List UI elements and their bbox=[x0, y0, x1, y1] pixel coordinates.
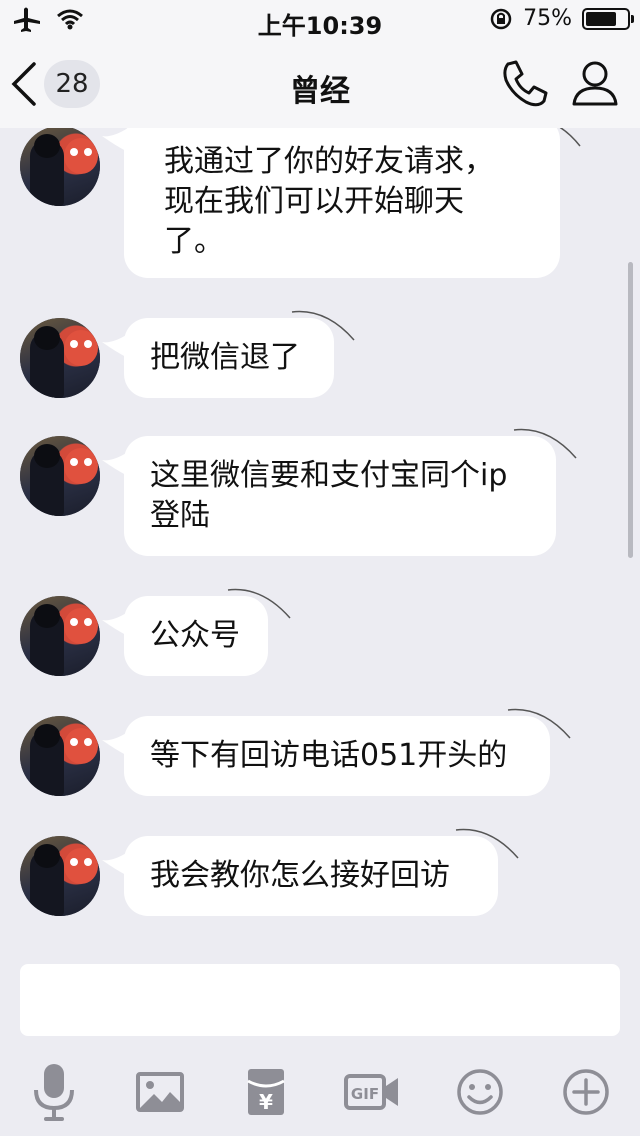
contact-profile-button[interactable] bbox=[570, 58, 620, 112]
gif-label: GIF bbox=[351, 1085, 379, 1103]
bubble-decoration bbox=[513, 428, 577, 459]
message-bubble[interactable]: 我通过了你的好友请求， 现在我们可以开始聊天 了。 bbox=[124, 128, 560, 278]
voice-call-button[interactable] bbox=[498, 58, 550, 114]
battery-percent: 75% bbox=[523, 6, 572, 31]
bubble-tail bbox=[102, 452, 128, 476]
message-bubble[interactable]: 我会教你怎么接好回访 bbox=[124, 836, 498, 916]
bubble-tail bbox=[102, 128, 128, 152]
input-toolbar: ¥ GIF bbox=[0, 1044, 640, 1136]
contact-avatar[interactable] bbox=[20, 716, 100, 796]
contact-avatar[interactable] bbox=[20, 836, 100, 916]
yen-symbol: ¥ bbox=[259, 1090, 273, 1114]
emoji-button[interactable] bbox=[450, 1062, 510, 1122]
chat-message-list[interactable]: 我通过了你的好友请求， 现在我们可以开始聊天 了。 把微信退了 这里微信要和支付… bbox=[0, 128, 640, 938]
contact-avatar[interactable] bbox=[20, 128, 100, 206]
message-input[interactable] bbox=[20, 964, 620, 1036]
emoji-icon bbox=[457, 1069, 503, 1115]
message-text: 等下有回访电话051开头的 bbox=[150, 738, 508, 773]
status-bar: 上午10:39 75% bbox=[0, 0, 640, 40]
bubble-tail bbox=[102, 852, 128, 876]
orientation-lock-icon bbox=[490, 8, 512, 29]
plus-icon bbox=[563, 1069, 609, 1115]
nav-bar: 28 曾经 bbox=[0, 40, 640, 128]
bubble-tail bbox=[102, 612, 128, 636]
message-text: 这里微信要和支付宝同个ip 登陆 bbox=[150, 458, 508, 533]
bubble-decoration bbox=[291, 310, 355, 341]
message-bubble[interactable]: 这里微信要和支付宝同个ip 登陆 bbox=[124, 436, 556, 556]
gif-icon: GIF bbox=[344, 1074, 398, 1110]
bubble-decoration bbox=[455, 828, 519, 859]
gif-button[interactable]: GIF bbox=[342, 1062, 402, 1122]
image-icon bbox=[136, 1072, 184, 1112]
status-right: 75% bbox=[489, 6, 634, 31]
message-text: 把微信退了 bbox=[150, 340, 300, 375]
voice-input-button[interactable] bbox=[24, 1062, 84, 1122]
battery-fill bbox=[586, 11, 616, 26]
scrollbar[interactable] bbox=[628, 262, 633, 558]
message-bubble[interactable]: 等下有回访电话051开头的 bbox=[124, 716, 550, 796]
phone-icon bbox=[503, 60, 548, 107]
bubble-tail bbox=[102, 334, 128, 358]
red-packet-icon: ¥ bbox=[247, 1069, 285, 1115]
more-button[interactable] bbox=[556, 1062, 616, 1122]
person-icon bbox=[572, 61, 618, 106]
bubble-decoration bbox=[507, 708, 571, 739]
message-text: 我会教你怎么接好回访 bbox=[150, 858, 450, 893]
contact-avatar[interactable] bbox=[20, 318, 100, 398]
bubble-tail bbox=[102, 732, 128, 756]
bubble-decoration bbox=[559, 128, 581, 147]
contact-avatar[interactable] bbox=[20, 436, 100, 516]
red-packet-button[interactable]: ¥ bbox=[236, 1062, 296, 1122]
photo-button[interactable] bbox=[130, 1062, 190, 1122]
message-text: 我通过了你的好友请求， 现在我们可以开始聊天 了。 bbox=[164, 144, 494, 259]
bubble-decoration bbox=[227, 588, 291, 619]
contact-avatar[interactable] bbox=[20, 596, 100, 676]
microphone-icon bbox=[34, 1064, 74, 1121]
battery-icon bbox=[582, 7, 634, 30]
